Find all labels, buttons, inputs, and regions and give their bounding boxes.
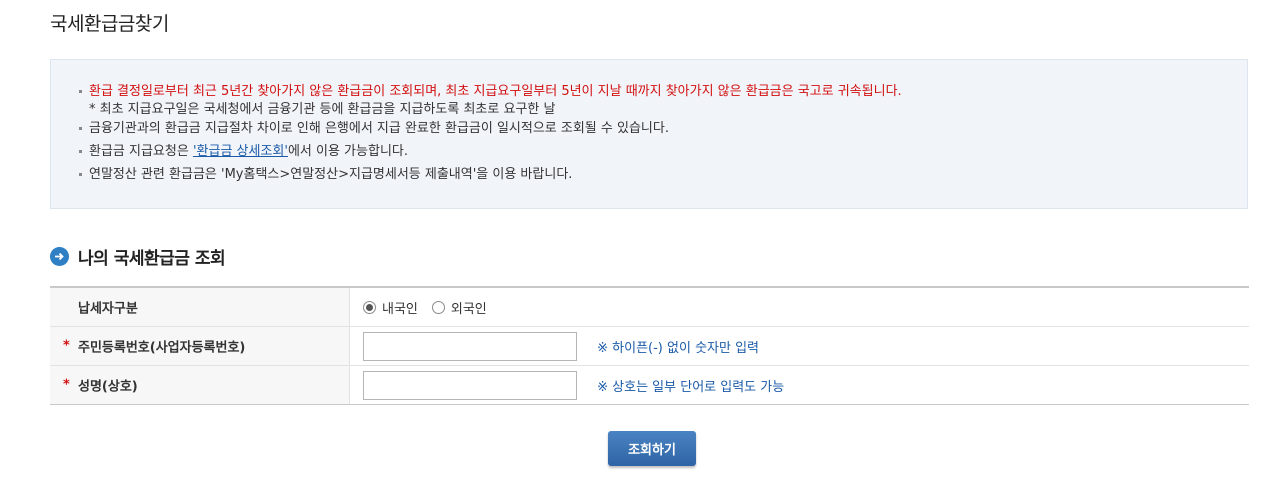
radio-domestic-checked-icon[interactable] bbox=[363, 300, 376, 314]
notice-box: 환급 결정일로부터 최근 5년간 찾아가지 않은 환급금이 조회되며, 최초 지… bbox=[50, 59, 1248, 209]
refund-search-form: 납세자구분 내국인 외국인 * 주민등록번호(사업자등록번호) ※ 하이픈(-)… bbox=[50, 286, 1249, 405]
radio-foreign-label: 외국인 bbox=[450, 301, 487, 317]
radio-foreign[interactable]: 외국인 bbox=[431, 298, 487, 317]
name-row: * 성명(상호) ※ 상호는 일부 단어로 입력도 가능 bbox=[50, 365, 1249, 405]
id-number-row: * 주민등록번호(사업자등록번호) ※ 하이픈(-) 없이 숫자만 입력 bbox=[50, 326, 1249, 366]
notice-list: 환급 결정일로부터 최근 5년간 찾아가지 않은 환급금이 조회되며, 최초 지… bbox=[79, 82, 902, 184]
taxpayer-type-row: 납세자구분 내국인 외국인 bbox=[50, 287, 1249, 327]
name-input[interactable] bbox=[363, 370, 577, 400]
refund-detail-link[interactable]: '환급금 상세조회' bbox=[193, 144, 288, 159]
name-cell: ※ 상호는 일부 단어로 입력도 가능 bbox=[349, 365, 1249, 405]
notice-request-prefix: 환급금 지급요청은 bbox=[89, 144, 193, 159]
taxpayer-type-header: 납세자구분 bbox=[50, 287, 350, 327]
section-title: 나의 국세환급금 조회 bbox=[50, 244, 226, 269]
name-label: 성명(상호) bbox=[78, 379, 138, 395]
id-number-hint: ※ 하이픈(-) 없이 숫자만 입력 bbox=[597, 340, 759, 356]
taxpayer-type-label: 납세자구분 bbox=[78, 301, 138, 317]
arrow-right-circle-icon bbox=[50, 247, 69, 266]
id-number-cell: ※ 하이픈(-) 없이 숫자만 입력 bbox=[349, 326, 1249, 366]
page-title: 국세환급금찾기 bbox=[50, 13, 169, 35]
notice-request-suffix: 에서 이용 가능합니다. bbox=[287, 144, 408, 159]
name-hint: ※ 상호는 일부 단어로 입력도 가능 bbox=[597, 379, 785, 395]
notice-item-definition: * 최초 지급요구일은 국세청에서 금융기관 등에 환급금을 지급하도록 최초로… bbox=[89, 102, 556, 117]
radio-domestic[interactable]: 내국인 bbox=[363, 298, 418, 317]
search-submit-button[interactable]: 조회하기 bbox=[608, 431, 696, 466]
taxpayer-type-cell: 내국인 외국인 bbox=[349, 287, 1249, 327]
section-title-text: 나의 국세환급금 조회 bbox=[78, 249, 226, 269]
id-number-label: 주민등록번호(사업자등록번호) bbox=[78, 340, 246, 356]
radio-foreign-unchecked-icon[interactable] bbox=[431, 300, 445, 314]
required-mark: * bbox=[63, 338, 70, 354]
id-number-header: * 주민등록번호(사업자등록번호) bbox=[50, 326, 350, 366]
taxpayer-type-radio-group: 내국인 외국인 bbox=[363, 298, 1249, 317]
id-number-input[interactable] bbox=[363, 331, 577, 361]
radio-domestic-label: 내국인 bbox=[382, 301, 418, 317]
notice-item-request: 환급금 지급요청은 '환급금 상세조회'에서 이용 가능합니다. bbox=[79, 142, 902, 161]
required-mark: * bbox=[63, 377, 70, 393]
name-header: * 성명(상호) bbox=[50, 365, 350, 405]
notice-item-year-end: 연말정산 관련 환급금은 'My홈택스>연말정산>지급명세서등 제출내역'을 이… bbox=[79, 165, 902, 184]
notice-item-retention: 환급 결정일로부터 최근 5년간 찾아가지 않은 환급금이 조회되며, 최초 지… bbox=[79, 82, 902, 101]
notice-item-bank-difference: 금융기관과의 환급금 지급절차 차이로 인해 은행에서 지급 완료한 환급금이 … bbox=[79, 119, 902, 138]
